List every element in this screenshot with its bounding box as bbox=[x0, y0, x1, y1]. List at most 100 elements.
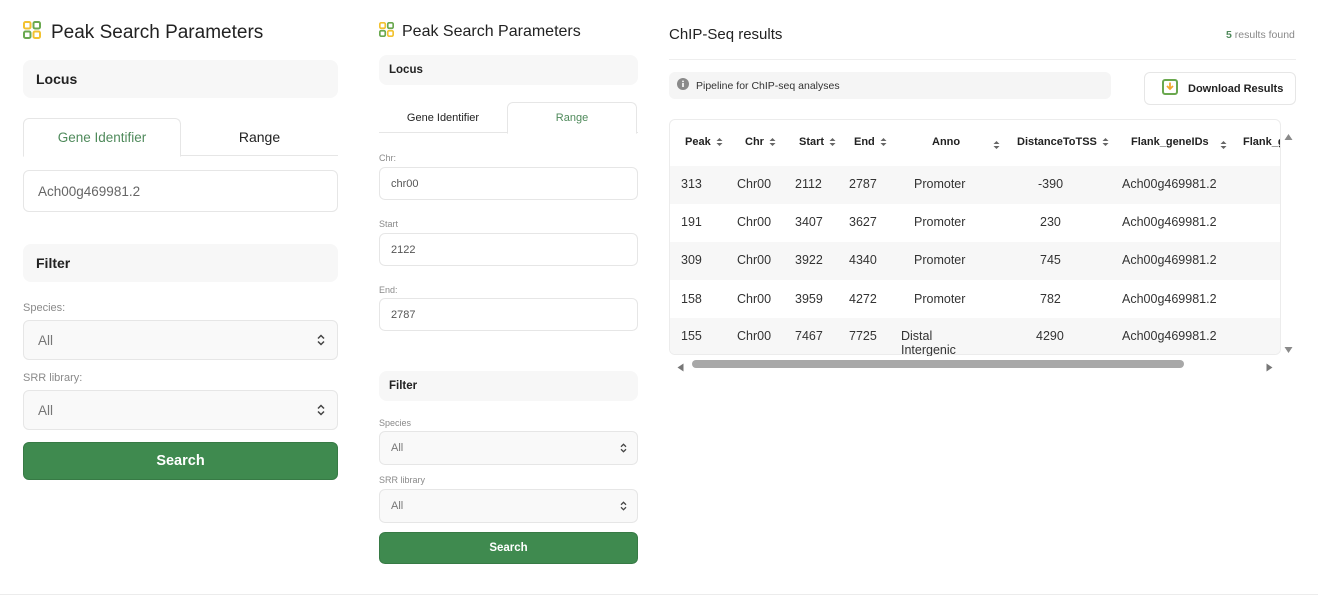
middle-srr-select[interactable]: All bbox=[379, 489, 638, 523]
tab-range[interactable]: Range bbox=[181, 118, 338, 156]
col-header-flank-geneids[interactable]: Flank_geneIDs bbox=[1131, 136, 1209, 148]
download-label: Download Results bbox=[1188, 82, 1284, 95]
cell-start: 3407 bbox=[795, 215, 823, 229]
col-header-distance[interactable]: DistanceToTSS bbox=[1017, 136, 1109, 148]
cell-end: 3627 bbox=[849, 215, 877, 229]
cell-flank-geneids: Ach00g469981.2 bbox=[1122, 329, 1217, 343]
page-bottom-divider bbox=[0, 594, 1318, 595]
col-header-chr[interactable]: Chr bbox=[745, 136, 776, 148]
middle-filter-header: Filter bbox=[379, 371, 638, 401]
scroll-up-arrow[interactable] bbox=[1284, 128, 1293, 146]
gene-identifier-input[interactable]: Ach00g469981.2 bbox=[23, 170, 338, 212]
col-header-end[interactable]: End bbox=[854, 136, 887, 148]
cell-chr: Chr00 bbox=[737, 329, 772, 343]
grid-icon bbox=[23, 21, 41, 45]
col-header-start[interactable]: Start bbox=[799, 136, 836, 148]
cell-anno: Promoter bbox=[914, 177, 966, 191]
middle-search-button[interactable]: Search bbox=[379, 532, 638, 564]
col-header-label: DistanceToTSS bbox=[1017, 136, 1097, 148]
middle-species-label: Species bbox=[379, 418, 412, 428]
col-header-anno[interactable]: Anno bbox=[932, 136, 960, 148]
left-search-button[interactable]: Search bbox=[23, 442, 338, 480]
results-count-number: 5 bbox=[1226, 29, 1232, 41]
results-title: ChIP-Seq results bbox=[669, 26, 783, 43]
left-srr-label: SRR library: bbox=[23, 372, 83, 384]
left-panel-title: Peak Search Parameters bbox=[23, 20, 263, 46]
col-header-label: Flank_g bbox=[1243, 136, 1280, 148]
select-arrows-icon bbox=[620, 443, 627, 453]
results-count: 5 results found bbox=[1226, 29, 1295, 41]
tab-gene-identifier[interactable]: Gene Identifier bbox=[23, 118, 181, 157]
sort-icon bbox=[716, 137, 723, 147]
left-srr-select[interactable]: All bbox=[23, 390, 338, 430]
col-header-label: Chr bbox=[745, 136, 764, 148]
cell-flank-geneids: Ach00g469981.2 bbox=[1122, 253, 1217, 267]
tab-range[interactable]: Range bbox=[507, 102, 637, 134]
col-header-label: Peak bbox=[685, 136, 711, 148]
info-icon bbox=[677, 78, 689, 93]
tab-gene-identifier[interactable]: Gene Identifier bbox=[379, 102, 507, 133]
left-filter-header: Filter bbox=[23, 244, 338, 282]
cell-end: 4340 bbox=[849, 253, 877, 267]
cell-start: 7467 bbox=[795, 329, 823, 343]
end-label: End: bbox=[379, 285, 398, 295]
cell-peak: 155 bbox=[681, 329, 702, 343]
cell-distance: 782 bbox=[1040, 292, 1061, 306]
results-divider bbox=[669, 59, 1296, 60]
cell-end: 4272 bbox=[849, 292, 877, 306]
horizontal-scrollbar-thumb[interactable] bbox=[692, 360, 1184, 368]
sort-icon bbox=[880, 137, 887, 147]
sort-icon bbox=[769, 137, 776, 147]
col-header-label: Start bbox=[799, 136, 825, 148]
download-icon bbox=[1162, 79, 1178, 98]
cell-end: 7725 bbox=[849, 329, 877, 343]
left-species-select[interactable]: All bbox=[23, 320, 338, 360]
cell-anno: Promoter bbox=[914, 215, 966, 229]
middle-srr-label: SRR library bbox=[379, 475, 426, 485]
select-arrows-icon bbox=[620, 501, 627, 511]
col-header-flank-g[interactable]: Flank_g bbox=[1243, 136, 1280, 148]
sort-icon[interactable] bbox=[993, 137, 1000, 155]
col-header-label: Anno bbox=[932, 136, 961, 148]
end-input[interactable]: 2787 bbox=[379, 298, 638, 331]
sort-icon[interactable] bbox=[1220, 137, 1227, 155]
sort-icon bbox=[829, 137, 836, 147]
results-count-suffix: results found bbox=[1234, 29, 1295, 41]
cell-distance: -390 bbox=[1038, 177, 1064, 191]
cell-chr: Chr00 bbox=[737, 253, 772, 267]
cell-peak: 158 bbox=[681, 292, 702, 306]
start-label: Start bbox=[379, 219, 399, 229]
col-header-label: End bbox=[854, 136, 875, 148]
cell-peak: 313 bbox=[681, 177, 702, 191]
cell-peak: 309 bbox=[681, 253, 702, 267]
sort-icon bbox=[1102, 137, 1109, 147]
left-species-label: Species: bbox=[23, 302, 66, 314]
start-input[interactable]: 2122 bbox=[379, 233, 638, 266]
cell-flank-geneids: Ach00g469981.2 bbox=[1122, 177, 1217, 191]
scroll-left-arrow[interactable] bbox=[677, 359, 684, 377]
col-header-label: Flank_geneIDs bbox=[1131, 136, 1209, 148]
cell-end: 2787 bbox=[849, 177, 877, 191]
middle-species-value: All bbox=[391, 442, 404, 454]
cell-flank-geneids: Ach00g469981.2 bbox=[1122, 292, 1217, 306]
cell-distance: 4290 bbox=[1036, 329, 1064, 343]
col-header-peak[interactable]: Peak bbox=[685, 136, 723, 148]
middle-panel-title: Peak Search Parameters bbox=[379, 22, 581, 42]
middle-species-select[interactable]: All bbox=[379, 431, 638, 465]
scroll-down-arrow[interactable] bbox=[1284, 341, 1293, 359]
scroll-right-arrow[interactable] bbox=[1266, 359, 1273, 377]
chr-label: Chr: bbox=[379, 153, 397, 163]
cell-peak: 191 bbox=[681, 215, 702, 229]
cell-flank-geneids: Ach00g469981.2 bbox=[1122, 215, 1217, 229]
cell-anno: Promoter bbox=[914, 253, 966, 267]
results-table bbox=[669, 119, 1281, 355]
info-text: Pipeline for ChIP-seq analyses bbox=[696, 79, 840, 92]
download-results-button[interactable]: Download Results bbox=[1144, 72, 1296, 105]
chr-input[interactable]: chr00 bbox=[379, 167, 638, 200]
cell-start: 2112 bbox=[795, 177, 822, 191]
select-arrows-icon bbox=[317, 334, 325, 346]
middle-locus-header: Locus bbox=[379, 55, 638, 85]
cell-distance: 230 bbox=[1040, 215, 1061, 229]
cell-chr: Chr00 bbox=[737, 215, 772, 229]
left-species-value: All bbox=[38, 332, 54, 348]
